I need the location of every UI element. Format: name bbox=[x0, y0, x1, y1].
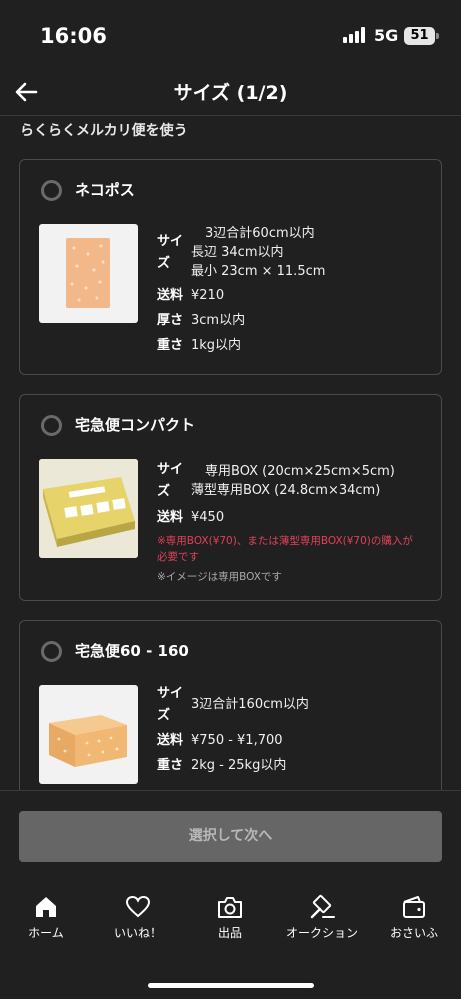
size-line: 専用BOX (20cm×25cm×5cm) bbox=[205, 464, 395, 479]
weight-value: 2kg - 25kg以内 bbox=[191, 758, 287, 773]
radio-button[interactable] bbox=[41, 641, 62, 662]
cardboard-box-image bbox=[39, 685, 138, 784]
page-title: サイズ (1/2) bbox=[173, 82, 288, 104]
select-next-button[interactable]: 選択して次へ bbox=[19, 811, 442, 862]
size-line: 最小 23cm × 11.5cm bbox=[191, 264, 326, 279]
tab-sell[interactable]: 出品 bbox=[184, 894, 276, 941]
fee-label: 送料 bbox=[157, 733, 184, 748]
fee-label: 送料 bbox=[157, 288, 184, 303]
section-label: らくらくメルカリ便を使う bbox=[20, 123, 188, 139]
heart-icon bbox=[125, 895, 151, 918]
tab-label: オークション bbox=[285, 926, 358, 940]
size-label: サイズ bbox=[157, 462, 184, 499]
shipping-option-nekopos[interactable]: ネコポス サイズ 3辺合計60cm以内 長辺 34cm以内 最小 23cm × … bbox=[19, 159, 442, 375]
size-line: 3辺合計60cm以内 bbox=[205, 226, 315, 241]
thickness-label: 厚さ bbox=[157, 313, 184, 328]
size-line: 薄型専用BOX (24.8cm×34cm) bbox=[191, 483, 381, 498]
radio-button[interactable] bbox=[41, 180, 62, 201]
tab-label: 出品 bbox=[217, 926, 242, 940]
tab-label: いいね！ bbox=[113, 926, 162, 940]
tab-auction[interactable]: オークション bbox=[276, 894, 368, 941]
option-details: サイズ 3辺合計160cm以内 送料 ¥750 - ¥1,700 重さ 2kg - 2… bbox=[157, 683, 309, 777]
fee-value: ¥750 - ¥1,700 bbox=[191, 733, 283, 748]
option-name: 宅急便コンパクト bbox=[75, 416, 196, 434]
radio-button[interactable] bbox=[41, 415, 62, 436]
size-line: 3辺合計160cm以内 bbox=[191, 697, 309, 712]
weight-label: 重さ bbox=[157, 758, 184, 773]
thickness-value: 3cm以内 bbox=[191, 313, 246, 328]
option-details: サイズ 3辺合計60cm以内 長辺 34cm以内 最小 23cm × 11.5c… bbox=[157, 224, 325, 357]
signal-icon bbox=[343, 27, 369, 43]
fee-label: 送料 bbox=[157, 510, 184, 525]
fee-value: ¥210 bbox=[191, 288, 225, 303]
tab-label: ホーム bbox=[28, 926, 64, 940]
home-icon bbox=[36, 897, 56, 917]
status-time: 16:06 bbox=[40, 24, 107, 48]
tab-bar: ホーム いいね！ 出品 オークション おさいふ bbox=[0, 894, 461, 954]
network-type: 5G bbox=[374, 26, 399, 45]
wallet-icon bbox=[403, 896, 425, 918]
battery-icon: 51 bbox=[404, 27, 435, 45]
fee-value: ¥450 bbox=[191, 510, 225, 525]
compact-box-image bbox=[39, 459, 138, 558]
tab-label: おさいふ bbox=[389, 926, 438, 940]
battery-tip bbox=[436, 33, 439, 39]
weight-value: 1kg以内 bbox=[191, 338, 242, 353]
tab-likes[interactable]: いいね！ bbox=[92, 894, 184, 941]
size-label: サイズ bbox=[157, 686, 184, 723]
footer: 選択して次へ ホーム いいね！ 出品 オークション おさいふ bbox=[0, 790, 461, 999]
nav-header: サイズ (1/2) bbox=[0, 70, 461, 116]
warning-text: ※専用BOX(¥70)、または薄型専用BOX(¥70)の購入が必要です bbox=[157, 535, 413, 563]
weight-label: 重さ bbox=[157, 338, 184, 353]
option-name: ネコポス bbox=[75, 181, 135, 199]
note-text: ※イメージは専用BOXです bbox=[157, 571, 282, 583]
option-details: サイズ 専用BOX (20cm×25cm×5cm) 薄型専用BOX (24.8c… bbox=[157, 459, 421, 585]
gavel-icon bbox=[310, 894, 335, 919]
size-label: サイズ bbox=[157, 233, 184, 271]
size-line: 長辺 34cm以内 bbox=[191, 245, 284, 260]
camera-icon bbox=[218, 897, 242, 918]
tab-wallet[interactable]: おさいふ bbox=[368, 894, 460, 941]
option-name: 宅急便60 - 160 bbox=[75, 642, 189, 660]
home-indicator bbox=[148, 983, 314, 988]
status-bar: 16:06 5G 51 bbox=[0, 0, 461, 70]
nekopos-package-image bbox=[39, 224, 138, 323]
tab-home[interactable]: ホーム bbox=[0, 894, 92, 941]
shipping-option-compact[interactable]: 宅急便コンパクト サイズ 専用BOX (20cm×25cm×5cm) 薄型専用B… bbox=[19, 394, 442, 601]
